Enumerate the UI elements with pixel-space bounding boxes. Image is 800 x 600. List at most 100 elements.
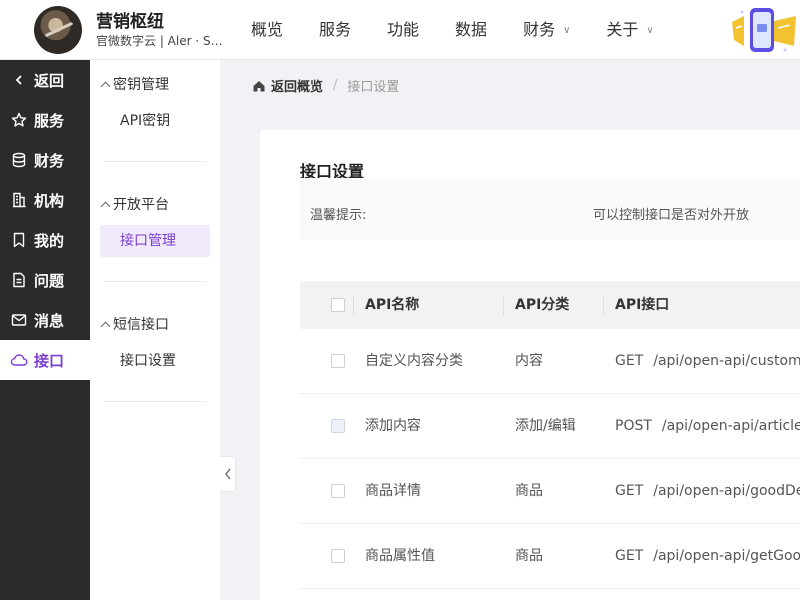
topnav-label: 数据 — [455, 20, 488, 39]
breadcrumb-home-label: 返回概览 — [271, 80, 324, 95]
document-icon — [10, 271, 28, 289]
tip-box: 温馨提示: 可以控制接口是否对外开放 — [300, 178, 800, 240]
row-checkbox[interactable] — [331, 549, 345, 563]
breadcrumb-current: 接口设置 — [347, 80, 400, 95]
topnav-overview[interactable]: 概览 — [236, 0, 298, 60]
sidebar-item-interface[interactable]: 接口 — [0, 340, 90, 380]
cell-category: 添加/编辑 — [515, 418, 576, 434]
home-icon — [253, 80, 265, 91]
collapse-submenu-button[interactable] — [220, 456, 236, 492]
cell-name: 商品详情 — [365, 483, 421, 499]
submenu-divider — [104, 401, 206, 402]
table-row[interactable]: 商品属性值 商品 GET/api/open-api/getGoodP — [300, 524, 800, 589]
cell-category: 商品 — [515, 548, 543, 564]
breadcrumb-separator: / — [333, 78, 338, 93]
app-title: 营销枢纽 — [96, 12, 164, 32]
cell-method: GET — [615, 548, 644, 564]
cell-endpoint: GET/api/open-api/customize — [615, 329, 800, 394]
topnav-features[interactable]: 功能 — [372, 0, 434, 60]
column-divider — [603, 295, 604, 315]
row-checkbox[interactable] — [331, 419, 345, 433]
row-checkbox[interactable] — [331, 484, 345, 498]
topnav-finance[interactable]: 财务 ∨ — [508, 0, 585, 60]
sidebar-item-questions[interactable]: 问题 — [0, 260, 90, 300]
sidebar-item-label: 服务 — [34, 111, 65, 130]
caret-up-icon — [100, 201, 111, 211]
breadcrumb: 返回概览 / 接口设置 — [252, 76, 399, 95]
cell-name: 商品属性值 — [365, 548, 435, 564]
sidebar-item-label: 我的 — [34, 231, 65, 250]
cell-endpoint: POST/api/open-api/articleAd — [615, 394, 800, 459]
submenu-item-interface-management[interactable]: 接口管理 — [100, 225, 210, 257]
sidebar-item-organization[interactable]: 机构 — [0, 180, 90, 220]
submenu-group-keys[interactable]: 密钥管理 — [100, 74, 169, 94]
cell-name: 添加内容 — [365, 418, 421, 434]
column-header-endpoint: API接口 — [615, 297, 670, 313]
submenu-group-open-platform[interactable]: 开放平台 — [100, 194, 169, 214]
cell-name: 自定义内容分类 — [365, 353, 463, 369]
sidebar-item-mine[interactable]: 我的 — [0, 220, 90, 260]
cell-category: 内容 — [515, 353, 543, 369]
topnav-services[interactable]: 服务 — [304, 0, 366, 60]
cell-path: /api/open-api/getGoodP — [653, 548, 800, 564]
cell-path: /api/open-api/articleAd — [661, 418, 800, 434]
sidebar-item-label: 接口 — [34, 351, 65, 370]
select-all-checkbox[interactable] — [331, 298, 345, 312]
submenu-group-title: 短信接口 — [113, 317, 169, 333]
chevron-down-icon: ∨ — [563, 25, 571, 36]
column-header-category: API分类 — [515, 297, 570, 313]
column-header-name: API名称 — [365, 297, 420, 313]
app-subtitle: 官微数字云 | Aler · Se… — [96, 34, 226, 48]
table-row[interactable]: 商品详情 商品 GET/api/open-api/goodDeta — [300, 459, 800, 524]
main-sidebar: 返回 服务 财务 机构 我的 问题 消息 接口 — [0, 60, 90, 600]
topnav-data[interactable]: 数据 — [440, 0, 502, 60]
column-divider — [503, 295, 504, 315]
topnav-label: 服务 — [319, 20, 352, 39]
table-row[interactable]: 自定义内容分类 内容 GET/api/open-api/customize — [300, 329, 800, 394]
submenu-divider — [104, 161, 206, 162]
cell-method: GET — [615, 483, 644, 499]
sidebar-item-services[interactable]: 服务 — [0, 100, 90, 140]
sidebar-item-label: 问题 — [34, 271, 65, 290]
star-icon — [10, 111, 28, 129]
sidebar-item-label: 返回 — [34, 71, 65, 90]
chevron-left-icon — [10, 71, 28, 89]
sidebar-item-label: 财务 — [34, 151, 65, 170]
table-header: API名称 API分类 API接口 — [300, 281, 800, 329]
chevron-down-icon: ∨ — [646, 25, 654, 36]
cell-path: /api/open-api/customize — [653, 353, 800, 369]
submenu-item-interface-settings[interactable]: 接口设置 — [100, 345, 210, 377]
breadcrumb-home[interactable]: 返回概览 — [252, 76, 323, 95]
cell-path: /api/open-api/goodDeta — [653, 483, 800, 499]
mail-icon — [10, 311, 28, 329]
topnav-label: 财务 — [523, 20, 556, 39]
api-table: API名称 API分类 API接口 自定义内容分类 内容 GET/api/ope… — [300, 281, 800, 589]
sub-sidebar: 密钥管理 API密钥 开放平台 接口管理 短信接口 接口设置 — [90, 60, 220, 600]
tip-text: 可以控制接口是否对外开放 — [593, 208, 750, 223]
building-icon — [10, 191, 28, 209]
submenu-group-title: 开放平台 — [113, 197, 169, 213]
submenu-item-label: 接口管理 — [120, 233, 176, 249]
topnav-label: 关于 — [606, 20, 639, 39]
submenu-item-label: API密钥 — [120, 113, 171, 129]
sidebar-item-messages[interactable]: 消息 — [0, 300, 90, 340]
table-row[interactable]: 添加内容 添加/编辑 POST/api/open-api/articleAd — [300, 394, 800, 459]
tip-label: 温馨提示: — [310, 208, 367, 223]
topnav-label: 概览 — [251, 20, 284, 39]
column-divider — [353, 295, 354, 315]
sidebar-item-back[interactable]: 返回 — [0, 60, 90, 100]
cell-endpoint: GET/api/open-api/getGoodP — [615, 524, 800, 589]
phone-promo-icon[interactable] — [730, 6, 800, 54]
cell-category: 商品 — [515, 483, 543, 499]
row-checkbox[interactable] — [331, 354, 345, 368]
caret-up-icon — [100, 81, 111, 91]
topnav-about[interactable]: 关于 ∨ — [591, 0, 668, 60]
sidebar-item-label: 消息 — [34, 311, 65, 330]
cell-endpoint: GET/api/open-api/goodDeta — [615, 459, 800, 524]
submenu-group-sms[interactable]: 短信接口 — [100, 314, 169, 334]
avatar[interactable] — [34, 6, 82, 54]
submenu-item-api-key[interactable]: API密钥 — [100, 105, 210, 137]
bookmark-icon — [10, 231, 28, 249]
sidebar-item-finance[interactable]: 财务 — [0, 140, 90, 180]
submenu-group-title: 密钥管理 — [113, 77, 169, 93]
